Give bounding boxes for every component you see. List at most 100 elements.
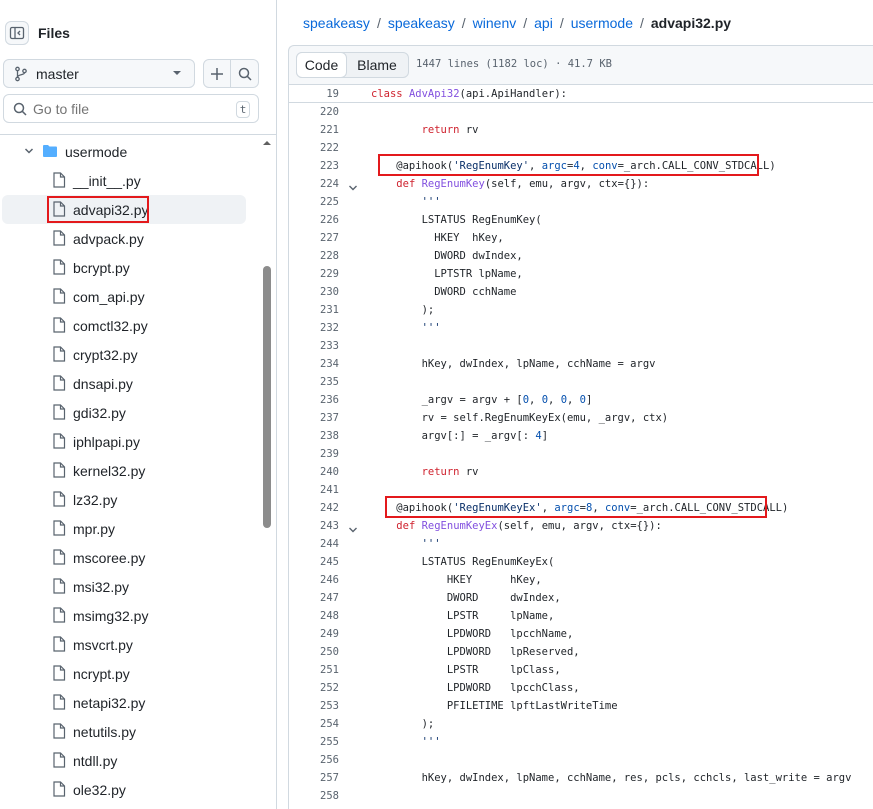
line-number[interactable]: 249 [289, 625, 339, 643]
tree-file-item[interactable]: kernel32.py [0, 456, 260, 485]
tree-file-item[interactable]: dnsapi.py [0, 369, 260, 398]
file-icon [52, 694, 66, 713]
line-number[interactable]: 240 [289, 463, 339, 481]
line-number[interactable]: 224 [289, 175, 339, 193]
line-number[interactable]: 251 [289, 661, 339, 679]
collapse-panel-button[interactable] [5, 21, 29, 45]
tab-code[interactable]: Code [296, 52, 347, 78]
line-number[interactable]: 243 [289, 517, 339, 535]
code-text: LPSTR lpClass, [371, 664, 561, 676]
line-number[interactable]: 258 [289, 787, 339, 805]
line-number[interactable]: 225 [289, 193, 339, 211]
breadcrumb-link[interactable]: usermode [571, 15, 633, 31]
line-number[interactable]: 230 [289, 283, 339, 301]
line-number[interactable]: 226 [289, 211, 339, 229]
scroll-up-arrow-icon[interactable] [263, 139, 271, 147]
line-number[interactable]: 221 [289, 121, 339, 139]
code-text: ''' [421, 538, 441, 550]
line-number[interactable]: 232 [289, 319, 339, 337]
line-number[interactable]: 227 [289, 229, 339, 247]
code-line: 224 def RegEnumKey(self, emu, argv, ctx=… [289, 175, 873, 193]
file-icon [52, 636, 66, 655]
tree-file-item[interactable]: netutils.py [0, 717, 260, 746]
tree-file-item[interactable]: advpack.py [0, 224, 260, 253]
go-to-file-field[interactable]: t [3, 94, 259, 123]
code-text: LSTATUS RegEnumKey( [371, 214, 542, 226]
file-name: netapi32.py [73, 695, 146, 711]
tree-file-item[interactable]: advapi32.py [2, 195, 246, 224]
tree-file-item[interactable]: iphlpapi.py [0, 427, 260, 456]
line-number[interactable]: 223 [289, 157, 339, 175]
code-text: ''' [421, 736, 441, 748]
code-line: 249 LPDWORD lpcchName, [289, 625, 873, 643]
tree-file-item[interactable]: ole32.py [0, 775, 260, 804]
line-number[interactable]: 248 [289, 607, 339, 625]
tree-file-item[interactable]: msi32.py [0, 572, 260, 601]
line-number[interactable]: 244 [289, 535, 339, 553]
line-number[interactable]: 253 [289, 697, 339, 715]
go-to-file-input[interactable] [33, 100, 223, 117]
scrollbar-thumb[interactable] [263, 266, 271, 528]
plus-icon [211, 67, 223, 80]
line-number[interactable]: 257 [289, 769, 339, 787]
search-button[interactable] [231, 60, 258, 87]
line-number[interactable]: 231 [289, 301, 339, 319]
line-number[interactable]: 241 [289, 481, 339, 499]
line-number: 19 [326, 88, 339, 100]
line-number[interactable]: 237 [289, 409, 339, 427]
line-number[interactable]: 256 [289, 751, 339, 769]
git-branch-icon [15, 66, 27, 81]
line-number[interactable]: 233 [289, 337, 339, 355]
line-number[interactable]: 246 [289, 571, 339, 589]
line-number[interactable]: 252 [289, 679, 339, 697]
branch-selector[interactable]: master [3, 59, 195, 88]
code-text: hKey, dwIndex, lpName, cchName, res, pcl… [371, 772, 852, 784]
tree-file-item[interactable]: netapi32.py [0, 688, 260, 717]
tree-file-item[interactable]: __init__.py [0, 166, 260, 195]
tree-file-item[interactable]: lz32.py [0, 485, 260, 514]
tree-file-item[interactable]: bcrypt.py [0, 253, 260, 282]
line-number[interactable]: 255 [289, 733, 339, 751]
tree-file-item[interactable]: com_api.py [0, 282, 260, 311]
line-number[interactable]: 236 [289, 391, 339, 409]
line-number[interactable]: 254 [289, 715, 339, 733]
line-number[interactable]: 259 [289, 805, 339, 809]
tree-file-item[interactable]: ntdll.py [0, 746, 260, 775]
line-number[interactable]: 247 [289, 589, 339, 607]
line-number[interactable]: 245 [289, 553, 339, 571]
tree-file-item[interactable]: mpr.py [0, 514, 260, 543]
tree-file-item[interactable]: msvcrt.py [0, 630, 260, 659]
breadcrumb: speakeasy / speakeasy / winenv / api / usermode /… [303, 15, 731, 31]
add-file-button[interactable] [204, 60, 232, 87]
tab-blame[interactable]: Blame [347, 53, 407, 77]
file-icon [52, 607, 66, 626]
code-text: _argv = argv + [0, 0, 0, 0] [371, 394, 593, 406]
line-number[interactable]: 235 [289, 373, 339, 391]
sidebar-divider [0, 134, 276, 135]
file-icon [52, 578, 66, 597]
keyboard-shortcut-hint: t [236, 101, 250, 118]
tree-file-item[interactable]: mscoree.py [0, 543, 260, 572]
line-number[interactable]: 238 [289, 427, 339, 445]
line-number[interactable]: 220 [289, 103, 339, 121]
line-number[interactable]: 229 [289, 265, 339, 283]
line-number[interactable]: 228 [289, 247, 339, 265]
code-line: 228 DWORD dwIndex, [289, 247, 873, 265]
breadcrumb-link[interactable]: winenv [473, 15, 517, 31]
tree-file-item[interactable]: comctl32.py [0, 311, 260, 340]
breadcrumb-link[interactable]: api [534, 15, 553, 31]
breadcrumb-link[interactable]: speakeasy [388, 15, 455, 31]
tree-folder-usermode[interactable]: usermode [0, 137, 260, 166]
line-number[interactable]: 222 [289, 139, 339, 157]
breadcrumb-link[interactable]: speakeasy [303, 15, 370, 31]
tree-file-item[interactable]: gdi32.py [0, 398, 260, 427]
line-number[interactable]: 242 [289, 499, 339, 517]
code-text: return rv [421, 124, 479, 136]
tree-file-item[interactable]: msimg32.py [0, 601, 260, 630]
line-number[interactable]: 250 [289, 643, 339, 661]
sticky-scope-header[interactable]: 19 class AdvApi32(api.ApiHandler): [289, 85, 873, 103]
line-number[interactable]: 234 [289, 355, 339, 373]
tree-file-item[interactable]: ncrypt.py [0, 659, 260, 688]
tree-file-item[interactable]: crypt32.py [0, 340, 260, 369]
line-number[interactable]: 239 [289, 445, 339, 463]
